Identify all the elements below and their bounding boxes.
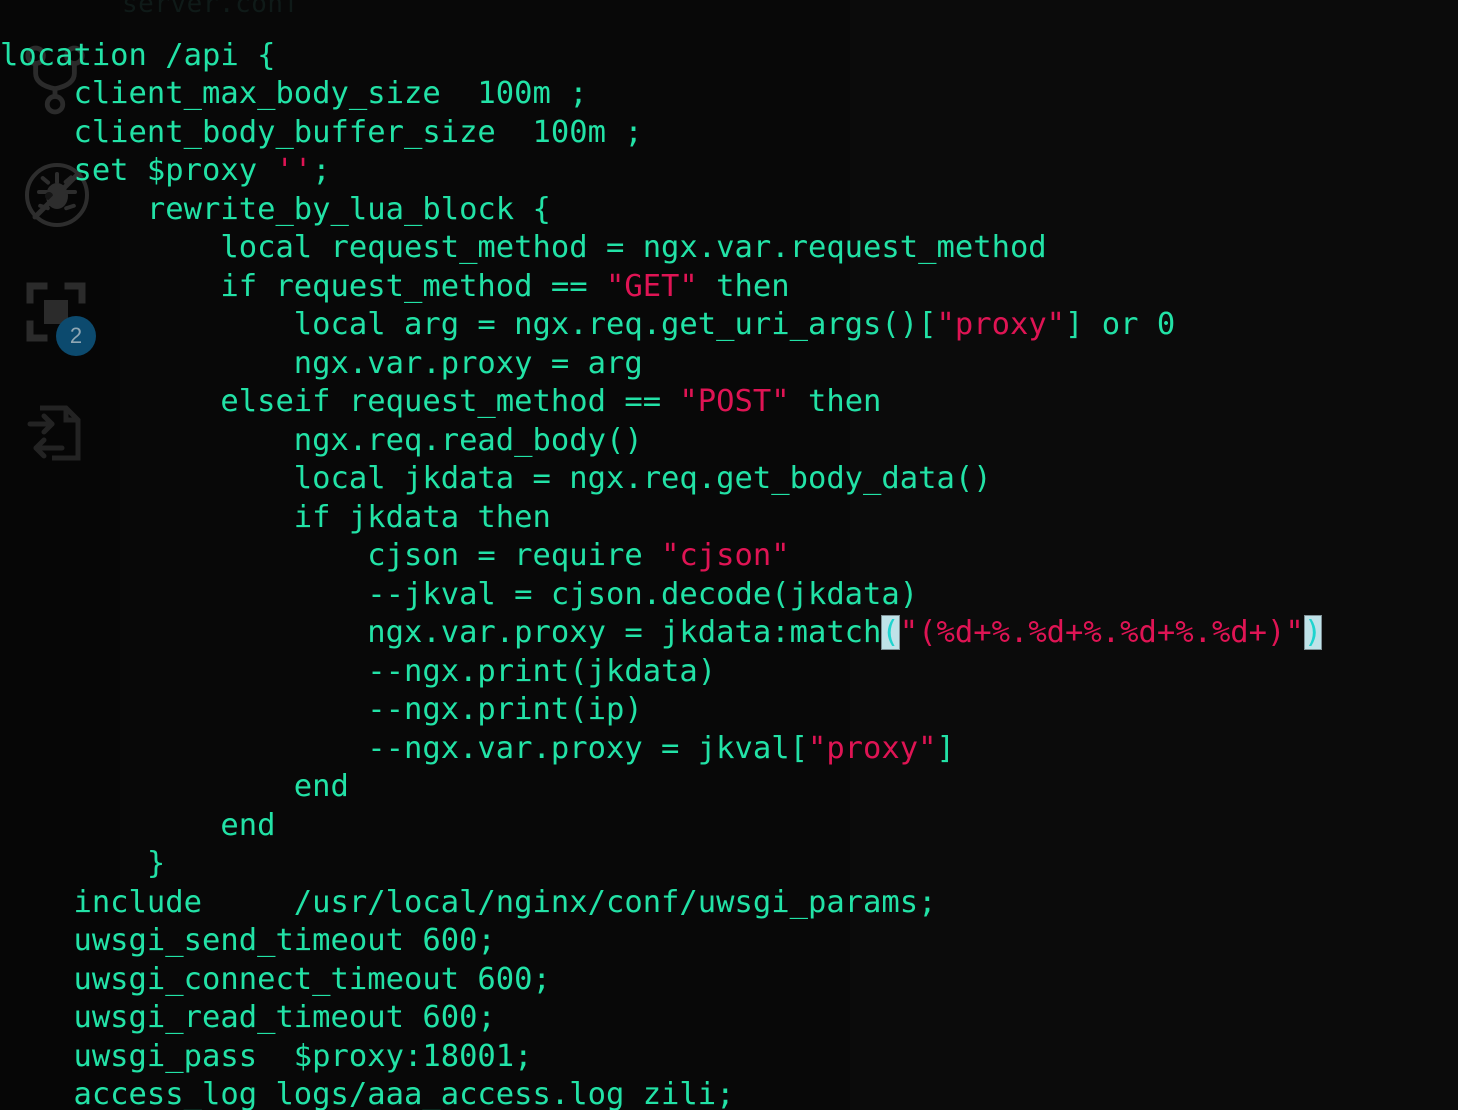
code-line[interactable]: uwsgi_connect_timeout 600; bbox=[0, 961, 1458, 1000]
code-token: uwsgi_pass $proxy:18001; bbox=[0, 1038, 533, 1074]
code-token: uwsgi_connect_timeout 600; bbox=[0, 961, 551, 997]
code-token: end bbox=[0, 769, 349, 804]
code-token: if request_method == bbox=[0, 268, 606, 304]
bracket-match-highlight: ) bbox=[1303, 615, 1323, 650]
code-string-token: "POST" bbox=[679, 384, 790, 419]
code-token: --ngx.print(jkdata) bbox=[0, 653, 717, 689]
code-token: cjson = require bbox=[0, 538, 662, 573]
code-line[interactable]: include /usr/local/nginx/conf/uwsgi_para… bbox=[0, 884, 1458, 923]
code-token: end bbox=[0, 807, 276, 843]
code-line[interactable]: rewrite_by_lua_block { bbox=[0, 191, 1458, 230]
code-line[interactable]: elseif request_method == "POST" then bbox=[0, 383, 1458, 422]
code-token: if jkdata then bbox=[0, 499, 551, 535]
code-line[interactable]: ngx.req.read_body() bbox=[0, 422, 1458, 461]
code-token: ngx.var.proxy = arg bbox=[0, 345, 643, 381]
code-token: client_max_body_size 100m ; bbox=[0, 76, 588, 111]
code-token: then bbox=[789, 384, 882, 419]
code-token: --ngx.print(ip) bbox=[0, 692, 643, 727]
code-string-token: "GET" bbox=[605, 268, 698, 304]
code-line[interactable]: location /api { bbox=[0, 37, 1458, 76]
code-token: ] bbox=[936, 730, 955, 766]
code-line[interactable]: uwsgi_send_timeout 600; bbox=[0, 922, 1458, 961]
code-token: ; bbox=[312, 153, 331, 188]
code-token: } bbox=[0, 846, 166, 881]
code-line[interactable]: --jkval = cjson.decode(jkdata) bbox=[0, 576, 1458, 615]
code-token: elseif request_method == bbox=[0, 384, 680, 419]
code-string-token: "proxy" bbox=[807, 730, 937, 766]
code-token: ngx.var.proxy = jkdata:match bbox=[0, 615, 882, 650]
code-token: client_body_buffer_size 100m ; bbox=[0, 114, 643, 150]
code-string-token: "(%d+%.%d+%.%d+%.%d+)" bbox=[899, 615, 1304, 650]
code-token: rewrite_by_lua_block { bbox=[0, 191, 551, 227]
code-line[interactable]: --ngx.print(ip) bbox=[0, 691, 1458, 730]
code-token: then bbox=[697, 268, 790, 304]
code-line[interactable]: --ngx.var.proxy = jkval["proxy"] bbox=[0, 730, 1458, 769]
code-token: local request_method = ngx.var.request_m… bbox=[0, 230, 1047, 265]
code-string-token: "cjson" bbox=[661, 538, 790, 573]
code-token: include /usr/local/nginx/conf/uwsgi_para… bbox=[0, 884, 937, 920]
code-line[interactable]: cjson = require "cjson" bbox=[0, 537, 1458, 576]
code-token: location /api { bbox=[0, 37, 276, 73]
code-line[interactable]: ngx.var.proxy = jkdata:match("(%d+%.%d+%… bbox=[0, 614, 1458, 653]
code-token: set $proxy bbox=[0, 153, 276, 188]
code-token: local jkdata = ngx.req.get_body_data() bbox=[0, 461, 992, 496]
code-line[interactable]: client_max_body_size 100m ; bbox=[0, 75, 1458, 114]
code-line[interactable]: set $proxy ''; bbox=[0, 152, 1458, 191]
code-token: access_log logs/aaa_access.log zili; bbox=[0, 1077, 735, 1110]
code-token: ] or 0 bbox=[1065, 307, 1176, 342]
code-token: local arg = ngx.req.get_uri_args()[ bbox=[0, 307, 937, 342]
code-line[interactable]: ngx.var.proxy = arg bbox=[0, 345, 1458, 384]
code-line[interactable]: local jkdata = ngx.req.get_body_data() bbox=[0, 460, 1458, 499]
code-token: uwsgi_read_timeout 600; bbox=[0, 1000, 496, 1035]
code-line[interactable]: end bbox=[0, 807, 1458, 846]
code-line[interactable]: } bbox=[0, 845, 1458, 884]
code-line[interactable]: --ngx.print(jkdata) bbox=[0, 653, 1458, 692]
code-line[interactable]: uwsgi_pass $proxy:18001; bbox=[0, 1038, 1458, 1077]
code-token: --ngx.var.proxy = jkval[ bbox=[0, 730, 808, 766]
code-line[interactable]: local arg = ngx.req.get_uri_args()["prox… bbox=[0, 306, 1458, 345]
code-line[interactable]: access_log logs/aaa_access.log zili; bbox=[0, 1076, 1458, 1110]
clipped-tab-title: server.conf bbox=[122, 0, 300, 19]
code-editor-content[interactable]: location /api { client_max_body_size 100… bbox=[0, 37, 1458, 1110]
code-line[interactable]: end bbox=[0, 768, 1458, 807]
code-line[interactable]: uwsgi_read_timeout 600; bbox=[0, 999, 1458, 1038]
code-token: ngx.req.read_body() bbox=[0, 422, 643, 458]
editor-screen: server.conf 2 location /api {client_max… bbox=[0, 0, 1458, 1110]
code-token: uwsgi_send_timeout 600; bbox=[0, 923, 496, 958]
code-string-token: "proxy" bbox=[936, 307, 1066, 342]
code-string-token: '' bbox=[275, 153, 313, 188]
bracket-match-highlight: ( bbox=[881, 615, 900, 650]
code-token: --jkval = cjson.decode(jkdata) bbox=[0, 576, 919, 612]
code-line[interactable]: local request_method = ngx.var.request_m… bbox=[0, 229, 1458, 268]
code-line[interactable]: if request_method == "GET" then bbox=[0, 268, 1458, 307]
code-line[interactable]: if jkdata then bbox=[0, 499, 1458, 538]
code-line[interactable]: client_body_buffer_size 100m ; bbox=[0, 114, 1458, 153]
